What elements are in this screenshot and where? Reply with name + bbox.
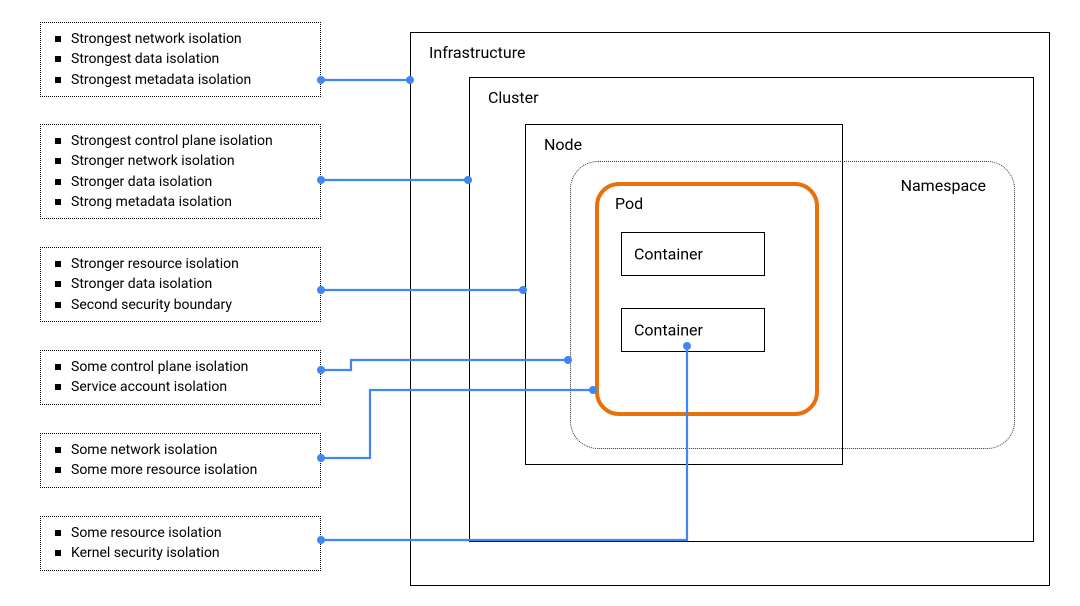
pod-box: Pod Container Container (595, 182, 819, 416)
container-label: Container (634, 245, 703, 264)
isolation-item: Some resource isolation (55, 523, 306, 543)
isolation-item: Strongest control plane isolation (55, 131, 306, 151)
isolation-item: Service account isolation (55, 377, 306, 397)
container-box: Container (621, 308, 765, 352)
isolation-box-pod: Some network isolation Some more resourc… (40, 433, 321, 488)
isolation-box-node: Stronger resource isolation Stronger dat… (40, 247, 321, 322)
namespace-label: Namespace (901, 176, 986, 195)
node-label: Node (544, 135, 582, 154)
isolation-item: Stronger resource isolation (55, 254, 306, 274)
pod-label: Pod (615, 194, 643, 213)
container-box: Container (621, 232, 765, 276)
isolation-item: Stronger data isolation (55, 172, 306, 192)
isolation-box-container: Some resource isolation Kernel security … (40, 516, 321, 571)
isolation-item: Some network isolation (55, 440, 306, 460)
isolation-item: Stronger network isolation (55, 151, 306, 171)
isolation-item: Strongest network isolation (55, 29, 306, 49)
isolation-box-infrastructure: Strongest network isolation Strongest da… (40, 22, 321, 97)
isolation-item: Kernel security isolation (55, 543, 306, 563)
infrastructure-label: Infrastructure (429, 43, 525, 62)
isolation-item: Strong metadata isolation (55, 192, 306, 212)
isolation-item: Strongest metadata isolation (55, 70, 306, 90)
isolation-box-namespace: Some control plane isolation Service acc… (40, 350, 321, 405)
container-label: Container (634, 321, 703, 340)
isolation-item: Stronger data isolation (55, 274, 306, 294)
isolation-item: Some more resource isolation (55, 460, 306, 480)
isolation-box-cluster: Strongest control plane isolation Strong… (40, 124, 321, 219)
infrastructure-box: Infrastructure Cluster Namespace Node Po… (410, 32, 1050, 586)
cluster-label: Cluster (488, 88, 539, 107)
isolation-item: Strongest data isolation (55, 49, 306, 69)
cluster-box: Cluster Namespace Node Pod Container Con… (469, 77, 1034, 542)
isolation-item: Second security boundary (55, 295, 306, 315)
isolation-item: Some control plane isolation (55, 357, 306, 377)
